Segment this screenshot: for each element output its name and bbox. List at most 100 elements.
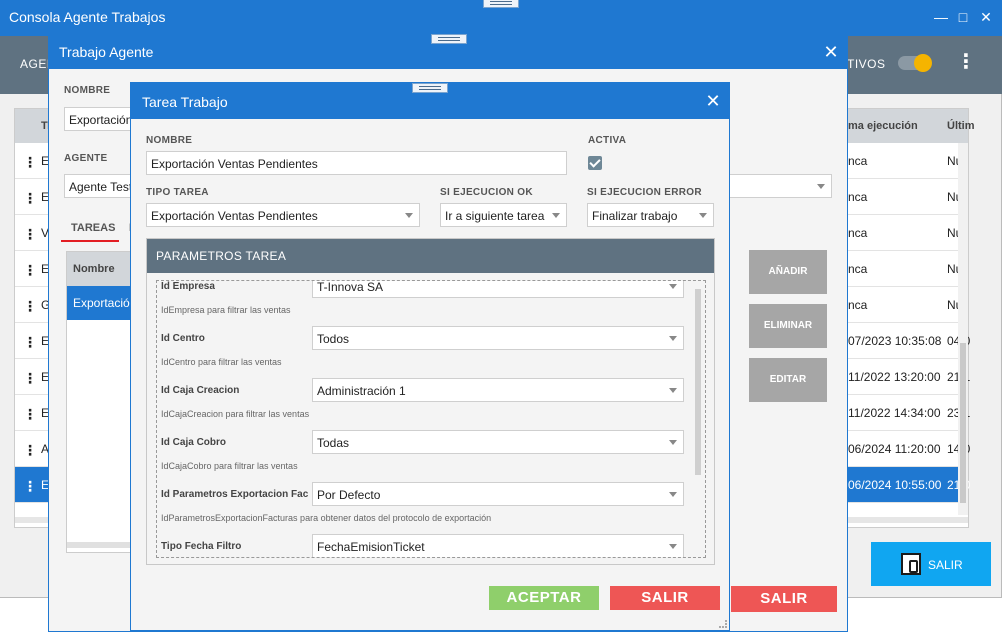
scrollbar-thumb[interactable] [960,343,966,503]
kebab-menu-icon[interactable]: ⋮ [23,154,37,171]
aceptar-button[interactable]: ACEPTAR [489,586,599,610]
salir-button[interactable]: SALIR [610,586,720,610]
kebab-menu-icon[interactable]: ⋮ [23,370,37,387]
column-header-ultimo[interactable]: Últim [947,120,975,132]
maximize-icon[interactable]: □ [954,8,972,26]
tasks-list: Nombre Exportació [66,251,136,553]
si-ejecucion-ok-value: Ir a siguiente tarea [445,209,545,223]
drag-handle-icon[interactable] [412,83,448,93]
activos-toggle[interactable] [898,54,932,72]
agente-label: AGENTE [64,153,108,164]
param-value-id-caja-cobro: Todas [317,436,350,450]
si-ejecucion-error-value: Finalizar trabajo [592,209,678,223]
param-desc-id-caja-cobro: IdCajaCobro para filtrar las ventas [161,461,298,471]
table-cell-last-run: nca [848,190,868,204]
resize-grip-icon[interactable] [719,620,727,628]
tasks-list-header[interactable]: Nombre [67,252,135,286]
si-ejecucion-ok-select[interactable]: Ir a siguiente tarea [440,203,567,227]
chevron-down-icon [669,440,677,445]
table-cell-last-run: 06/2024 11:20:00 [848,442,941,456]
table-cell-last-run: nca [848,154,868,168]
param-select-id-centro[interactable]: Todos [312,326,684,350]
chevron-down-icon [552,213,560,218]
param-value-tipo-fecha-filtro: FechaEmisionTicket [317,540,425,554]
param-select-id-caja-cobro[interactable]: Todas [312,430,684,454]
kebab-menu-icon[interactable]: ⋮ [23,442,37,459]
parametros-list: Id Empresa T-Innova SA IdEmpresa para fi… [156,280,706,558]
table-cell-last-run: nca [848,262,868,276]
tarea-nombre-field[interactable]: Exportación Ventas Pendientes [146,151,567,175]
kebab-menu-icon[interactable]: ⋮ [23,334,37,351]
si-ejecucion-ok-label: SI EJECUCION OK [440,187,533,198]
param-select-tipo-fecha-filtro[interactable]: FechaEmisionTicket [312,534,684,557]
chevron-down-icon [669,544,677,549]
exit-door-icon [901,553,921,575]
table-cell-last-run: 07/2023 10:35:08 [848,334,942,348]
si-ejecucion-error-label: SI EJECUCION ERROR [587,187,702,198]
tarea-trabajo-dialog: Tarea Trabajo ✕ NOMBRE Exportación Venta… [130,82,730,631]
chevron-down-icon [669,336,677,341]
close-icon[interactable]: ✕ [977,8,995,26]
table-cell-last-run: 11/2022 13:20:00 [848,370,941,384]
nombre-label: NOMBRE [64,85,111,96]
drag-handle-icon[interactable] [483,0,519,8]
chevron-down-icon [669,388,677,393]
tarea-dialog-title: Tarea Trabajo [142,94,228,110]
vertical-scrollbar[interactable] [958,143,968,515]
chevron-down-icon [699,213,707,218]
trabajo-dialog-title-bar[interactable]: Trabajo Agente ✕ [49,34,847,69]
param-select-id-caja-creacion[interactable]: Administración 1 [312,378,684,402]
tipo-tarea-select[interactable]: Exportación Ventas Pendientes [146,203,420,227]
si-ejecucion-error-select[interactable]: Finalizar trabajo [587,203,714,227]
kebab-menu-icon[interactable]: ⋮ [956,52,976,72]
table-cell-last-run: 06/2024 10:55:00 [848,478,942,492]
param-name-id-empresa: Id Empresa [161,281,215,292]
table-cell-last-run: 11/2022 14:34:00 [848,406,941,420]
param-select-id-empresa[interactable]: T-Innova SA [312,280,684,298]
table-cell-last-run: nca [848,226,868,240]
kebab-menu-icon[interactable]: ⋮ [23,226,37,243]
main-title-bar[interactable]: Consola Agente Trabajos — □ ✕ [0,0,1002,36]
tab-tareas[interactable]: TAREAS [61,212,119,242]
tipo-tarea-label: TIPO TAREA [146,187,209,198]
param-desc-id-empresa: IdEmpresa para filtrar las ventas [161,305,291,315]
param-value-id-centro: Todos [317,332,350,346]
parametros-tarea-header: PARAMETROS TAREA [147,239,714,273]
param-name-id-caja-cobro: Id Caja Cobro [161,437,227,448]
delete-task-button[interactable]: ELIMINAR [749,304,827,348]
tarea-dialog-title-bar[interactable]: Tarea Trabajo ✕ [131,83,729,119]
kebab-menu-icon[interactable]: ⋮ [23,298,37,315]
close-icon[interactable]: ✕ [823,43,839,61]
toggle-knob [914,54,932,72]
activa-checkbox[interactable] [588,156,602,170]
main-window-title: Consola Agente Trabajos [9,9,166,25]
kebab-menu-icon[interactable]: ⋮ [23,478,37,495]
param-value-id-parametros-exportacion: Por Defecto [317,488,381,502]
close-icon[interactable]: ✕ [705,92,721,110]
table-cell-last-run: nca [848,298,868,312]
param-select-id-parametros-exportacion[interactable]: Por Defecto [312,482,684,506]
agente-select-value: Agente Test [69,180,133,194]
task-row[interactable]: Exportació [67,286,135,320]
trabajo-exit-button[interactable]: SALIR [731,586,837,612]
param-name-tipo-fecha-filtro: Tipo Fecha Filtro [161,541,242,552]
drag-handle-icon[interactable] [431,34,467,44]
main-exit-button[interactable]: SALIR [871,542,991,586]
param-value-id-empresa: T-Innova SA [317,280,384,294]
kebab-menu-icon[interactable]: ⋮ [23,262,37,279]
main-exit-label: SALIR [928,558,963,572]
column-header-ultima-ejecucion[interactable]: ma ejecución [848,120,918,132]
kebab-menu-icon[interactable]: ⋮ [23,406,37,423]
edit-task-button[interactable]: EDITAR [749,358,827,402]
param-value-id-caja-creacion: Administración 1 [317,384,406,398]
horizontal-scrollbar[interactable] [67,542,135,548]
param-desc-id-centro: IdCentro para filtrar las ventas [161,357,282,367]
tipo-tarea-value: Exportación Ventas Pendientes [151,209,318,223]
kebab-menu-icon[interactable]: ⋮ [23,190,37,207]
add-task-button[interactable]: AÑADIR [749,250,827,294]
param-name-id-caja-creacion: Id Caja Creacion [161,385,240,396]
chevron-down-icon [405,213,413,218]
minimize-icon[interactable]: — [932,8,950,26]
param-desc-id-parametros-exportacion: IdParametrosExportacionFacturas para obt… [161,513,492,523]
parametros-scrollbar[interactable] [695,289,701,475]
